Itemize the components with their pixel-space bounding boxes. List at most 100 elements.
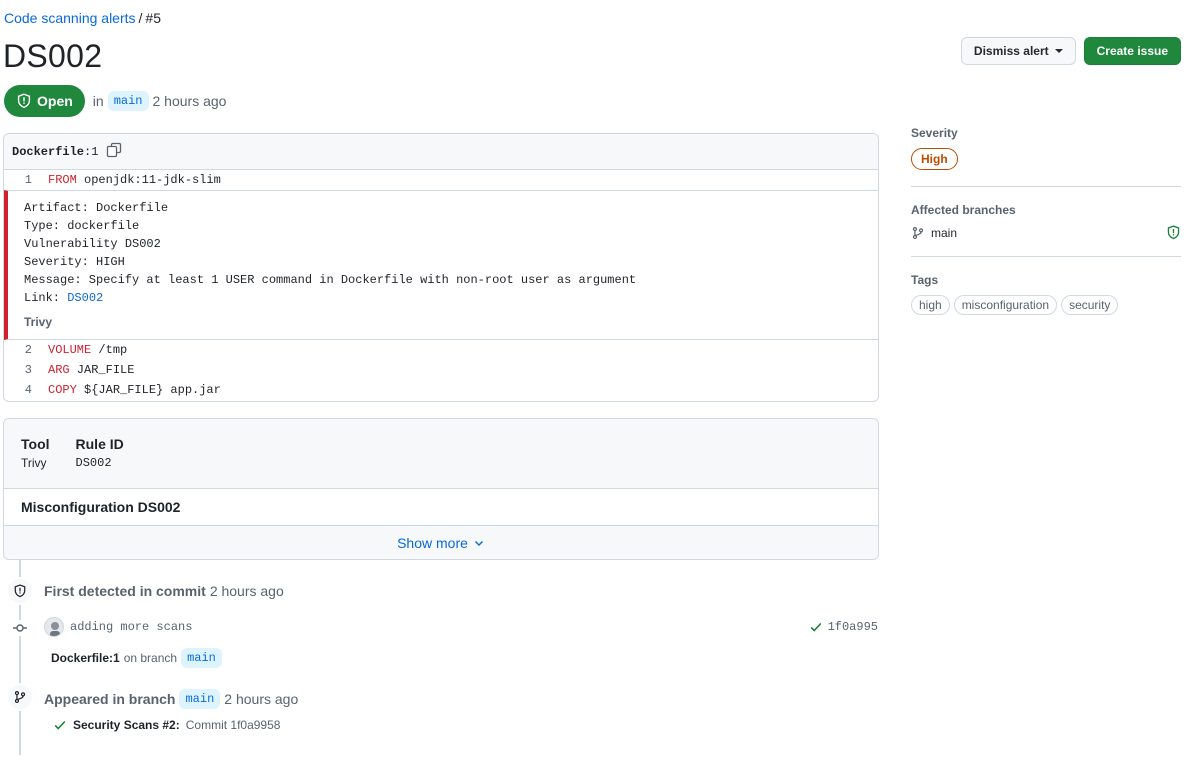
status-in-word: in [92, 93, 104, 109]
code-line: 4 COPY ${JAR_FILE} app.jar [4, 380, 878, 400]
location-file[interactable]: Dockerfile:1 [51, 651, 120, 665]
appeared-time: 2 hours ago [224, 691, 299, 707]
line-number: 4 [24, 383, 32, 397]
commit-location: Dockerfile:1 on branch main [51, 648, 222, 668]
affected-branches-section: Affected branches main [911, 203, 1181, 257]
code-keyword: FROM [48, 173, 77, 187]
tag[interactable]: security [1061, 295, 1119, 315]
line-number: 3 [24, 363, 32, 377]
code-file-header: Dockerfile:1 [4, 134, 878, 170]
page-title: DS002 [3, 38, 103, 74]
severity-badge: High [911, 148, 958, 170]
timeline-branch-badge [6, 683, 34, 711]
tag[interactable]: high [911, 295, 950, 315]
status-time: 2 hours ago [152, 93, 227, 109]
caret-down-icon [1054, 49, 1063, 53]
code-text: JAR_FILE [69, 363, 135, 377]
alert-sidebar: Severity High Affected branches main Tag… [911, 126, 1181, 347]
rule-id-value: DS002 [75, 456, 112, 470]
commit-sha[interactable]: 1f0a995 [809, 620, 878, 634]
code-keyword: ARG [48, 363, 70, 377]
alert-link-line: Link: DS002 [24, 289, 878, 307]
code-file-name[interactable]: Dockerfile:1 [12, 145, 98, 159]
alert-message-line: Type: dockerfile [24, 219, 140, 233]
tool-column: Tool Trivy [21, 436, 50, 488]
rule-id-column: Rule ID DS002 [76, 436, 124, 488]
timeline-shield-badge [6, 577, 34, 605]
dismiss-alert-button[interactable]: Dismiss alert [960, 37, 1076, 65]
alert-rule-link[interactable]: DS002 [67, 291, 103, 305]
code-file-line-ref: :1 [84, 144, 99, 159]
breadcrumb-code-scanning-link[interactable]: Code scanning alerts [4, 10, 136, 26]
check-icon [54, 720, 66, 730]
first-detected-label: First detected in commit [44, 583, 206, 599]
show-more-button[interactable]: Show more [4, 526, 878, 559]
copy-icon[interactable] [106, 142, 122, 161]
check-icon [810, 622, 821, 632]
appeared-label: Appeared in branch [44, 691, 176, 707]
workflow-run-commit: Commit 1f0a9958 [185, 718, 281, 732]
code-line: 2 VOLUME /tmp [4, 340, 878, 360]
affected-branch[interactable]: main [911, 226, 957, 240]
chevron-down-icon [474, 541, 483, 546]
alert-message-block: Artifact: Dockerfile Type: dockerfile Vu… [4, 190, 878, 340]
open-state-badge: Open [4, 85, 85, 117]
code-text: /tmp [91, 343, 128, 357]
rule-id-header: Rule ID [75, 436, 124, 452]
workflow-run-name[interactable]: Security Scans #2: [73, 718, 180, 732]
create-issue-button[interactable]: Create issue [1083, 37, 1181, 65]
code-text: openjdk:11-jdk-slim [76, 173, 221, 187]
code-file-label: Dockerfile [12, 144, 85, 159]
workflow-run: Security Scans #2: Commit 1f0a9958 [53, 718, 280, 732]
code-line: 1 FROM openjdk:11-jdk-slim [4, 170, 878, 190]
affected-branch-row: main [911, 225, 1181, 240]
code-line: 3 ARG JAR_FILE [4, 360, 878, 380]
dismiss-alert-label: Dismiss alert [973, 44, 1049, 58]
status-row: Open in main 2 hours ago [4, 85, 226, 117]
alert-message-line: Message: Specify at least 1 USER command… [24, 273, 637, 287]
header-actions: Dismiss alert Create issue [960, 37, 1181, 65]
tag-list: high misconfiguration security [911, 295, 1181, 315]
code-snippet-panel: Dockerfile:1 1 FROM openjdk:11-jdk-slim … [3, 133, 879, 402]
affected-branches-header: Affected branches [911, 203, 1016, 217]
shield-check-icon [1167, 225, 1180, 240]
alert-message-line: Artifact: Dockerfile [24, 201, 169, 215]
show-more-label: Show more [397, 535, 468, 551]
shield-icon [14, 584, 26, 598]
commit-icon [12, 620, 28, 636]
first-detected-event: First detected in commit 2 hours ago [44, 583, 284, 599]
breadcrumb: Code scanning alerts / #5 [4, 10, 161, 26]
location-on-branch: on branch [123, 651, 178, 665]
alert-message-line: Severity: HIGH [24, 255, 125, 269]
tags-section: Tags high misconfiguration security [911, 273, 1181, 331]
code-lines-after: 2 VOLUME /tmp 3 ARG JAR_FILE 4 COPY ${JA… [4, 340, 878, 400]
breadcrumb-separator: / [138, 10, 143, 26]
code-text: ${JAR_FILE} app.jar [76, 383, 221, 397]
git-branch-icon [912, 226, 924, 239]
location-branch-chip[interactable]: main [181, 648, 222, 668]
line-number: 1 [24, 173, 32, 187]
status-text: in main 2 hours ago [92, 91, 227, 111]
git-branch-icon [14, 690, 26, 704]
tool-header: Tool [21, 436, 50, 452]
avatar[interactable] [44, 617, 64, 637]
affected-branch-name: main [931, 225, 958, 240]
rule-meta-row: Tool Trivy Rule ID DS002 [4, 419, 878, 489]
rule-description-title: Misconfiguration DS002 [4, 489, 878, 526]
open-state-label: Open [37, 93, 73, 109]
severity-header: Severity [911, 126, 958, 140]
code-keyword: VOLUME [48, 343, 92, 357]
first-detected-time: 2 hours ago [209, 583, 284, 599]
appeared-in-branch-event: Appeared in branch main 2 hours ago [44, 689, 298, 709]
tool-value: Trivy [21, 456, 47, 470]
tags-header: Tags [911, 273, 939, 287]
tag[interactable]: misconfiguration [953, 295, 1058, 315]
code-keyword: COPY [48, 383, 77, 397]
appeared-branch-chip[interactable]: main [179, 689, 221, 709]
status-branch-chip[interactable]: main [107, 91, 149, 111]
alert-link-prefix: Link: [24, 291, 68, 305]
commit-message[interactable]: adding more scans [70, 620, 192, 634]
line-number: 2 [24, 343, 32, 357]
alert-message-line: Vulnerability DS002 [24, 237, 161, 251]
rule-details-panel: Tool Trivy Rule ID DS002 Misconfiguratio… [3, 418, 879, 560]
